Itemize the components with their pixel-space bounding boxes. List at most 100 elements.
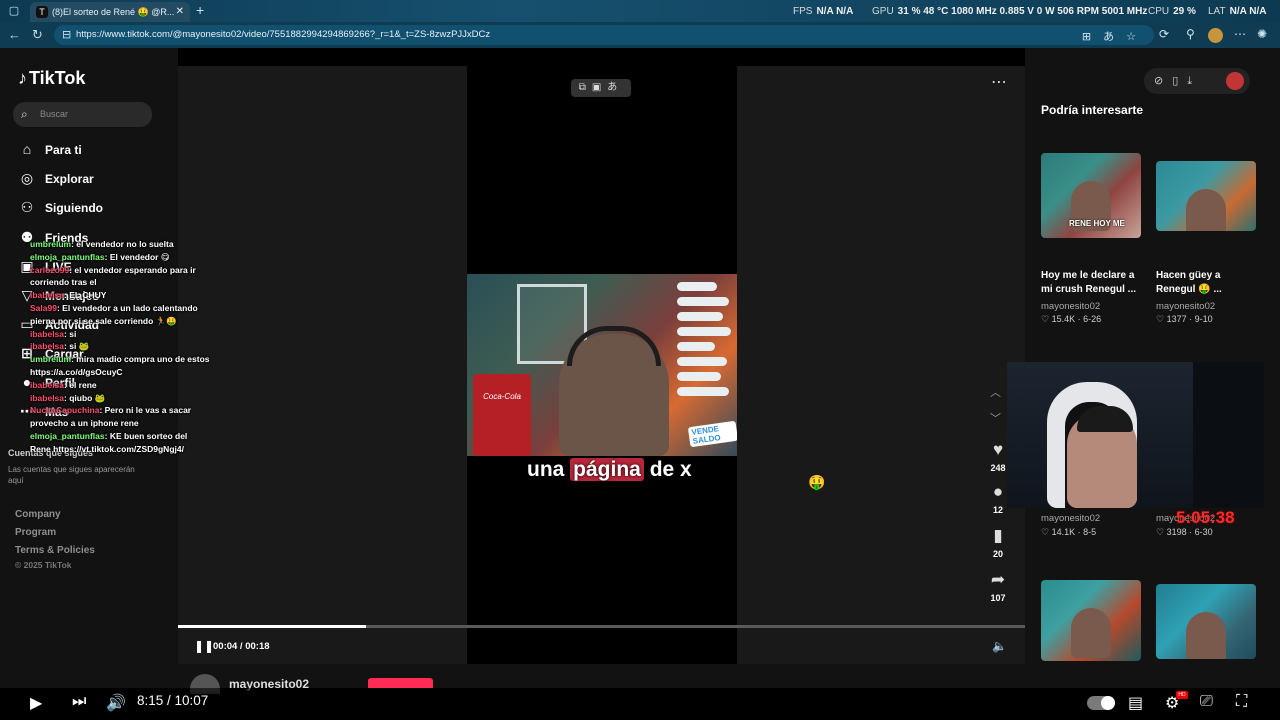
chat-username: umbrelum xyxy=(30,239,72,249)
chat-message: umbrelum: el vendedor no lo suelta xyxy=(30,238,210,251)
rec-thumbnail[interactable]: RENE HOY ME xyxy=(1041,153,1141,238)
back-icon[interactable]: ← xyxy=(8,27,21,42)
browser-menu-icon[interactable]: ⋯ xyxy=(1234,27,1246,41)
chat-username: ibabelsa xyxy=(30,290,65,301)
rec-thumbnail[interactable] xyxy=(1156,584,1256,659)
nav-explorar[interactable]: ◎ Explorar xyxy=(18,170,94,192)
chat-text: : el vendedor no lo suelta xyxy=(71,239,174,249)
next-icon[interactable]: ⏭ xyxy=(72,693,86,711)
rec-stats: ♡ 14.1K · 8-5 xyxy=(1041,527,1097,537)
nav-para-ti[interactable]: ⌂ Para ti xyxy=(18,141,82,163)
chat-text: : qiubo 🐸 xyxy=(64,392,106,403)
tab-close-icon[interactable]: ✕ xyxy=(176,2,184,22)
chat-message: ibabelsa: si xyxy=(30,328,210,341)
save-count: 20 xyxy=(992,549,1003,559)
rec-author[interactable]: mayonesito02 xyxy=(1156,301,1215,312)
rec-author[interactable]: mayonesito02 xyxy=(1041,513,1100,524)
footer-link-program[interactable]: Program xyxy=(15,527,56,538)
url-bar[interactable]: ⊟ https://www.tiktok.com/@mayonesito02/v… xyxy=(54,25,1154,45)
rec-caption[interactable]: Hoy me le declare a mi crush Renegul ... xyxy=(1041,269,1141,297)
video-player[interactable]: Coca-Cola VENDE SALDO una página de x ⧉▣… xyxy=(178,66,1025,664)
cast-icon[interactable]: ⎚ xyxy=(1200,693,1213,711)
hud-gpu: GPU 31 % 48 °C 1080 MHz 0.885 V 0 W 506 R… xyxy=(872,6,1148,17)
subtitles-icon[interactable]: ▤ xyxy=(1128,693,1143,713)
chat-message: ibabelsa: EL CHUY xyxy=(30,289,210,302)
url-text[interactable]: https://www.tiktok.com/@mayonesito02/vid… xyxy=(76,29,490,40)
chat-text: : EL CHUY xyxy=(64,290,107,301)
rec-author[interactable]: mayonesito02 xyxy=(1041,301,1100,312)
share-button[interactable]: ➦ 107 xyxy=(983,570,1013,603)
extensions-icon[interactable]: ⚲ xyxy=(1186,27,1195,41)
tiktok-logo[interactable]: ♪ TikTok xyxy=(18,68,85,89)
browser-profile-avatar[interactable] xyxy=(1208,28,1223,43)
save-button[interactable]: ▮ 20 xyxy=(983,526,1013,559)
chat-message: ibabelsa: qiubo 🐸 xyxy=(30,392,210,405)
search-input[interactable]: ⌕ Buscar xyxy=(13,102,152,127)
chat-message: carlozo99: el vendedor esperando para ir… xyxy=(30,264,210,290)
followed-accounts-text: Las cuentas que sigues aparecerán aquí xyxy=(8,465,135,485)
nav-siguiendo[interactable]: ⚇ Siguiendo xyxy=(18,199,103,221)
video-time: 00:04 / 00:18 xyxy=(213,641,270,652)
browser-tab-bar: ▢ T (8)El sorteo de René 🤑 @R... ✕ + FPS… xyxy=(0,0,1280,22)
chat-username: umbrelum xyxy=(30,354,72,365)
reload-icon[interactable]: ↻ xyxy=(32,27,43,43)
rec-stats: ♡ 1377 · 9-10 xyxy=(1156,314,1213,324)
chat-username: Sala99 xyxy=(30,302,57,313)
rec-thumbnail[interactable] xyxy=(1041,580,1141,661)
footer-link-terms[interactable]: Terms & Policies xyxy=(15,545,95,556)
chat-username: ibabelsa xyxy=(30,328,65,339)
copilot-icon[interactable]: ✺ xyxy=(1257,27,1267,41)
video-progress-bar[interactable] xyxy=(178,625,1025,628)
play-icon[interactable]: ▶ xyxy=(30,693,42,713)
hud-cpu: CPU 29 % xyxy=(1148,6,1196,17)
youtube-control-bar: ▶ ⏭ 🔊 8:15 / 10:07 ▤ ⚙ HD ⎚ ⛶ xyxy=(0,688,1280,720)
chat-text: : si 🐸 xyxy=(64,341,90,352)
browser-tab-active[interactable]: T (8)El sorteo de René 🤑 @R... ✕ xyxy=(30,2,190,22)
webcam-overlay xyxy=(1007,362,1264,508)
top-right-tools[interactable]: ⊘▯⤓ xyxy=(1144,68,1250,94)
chevron-up-icon[interactable]: ︿ xyxy=(990,384,1001,400)
rec-caption[interactable]: Hacen güey a Renegul 🤑 ... xyxy=(1156,269,1256,297)
compass-icon: ◎ xyxy=(20,170,34,186)
volume-icon[interactable]: 🔊 xyxy=(106,693,126,713)
pause-icon[interactable]: ❚❚ xyxy=(194,639,214,653)
user-avatar[interactable] xyxy=(1226,72,1244,90)
footer-link-company[interactable]: Company xyxy=(15,509,61,520)
fullscreen-icon[interactable]: ⛶ xyxy=(1236,693,1247,711)
chat-username: ibabelsa xyxy=(30,341,65,352)
autoplay-toggle[interactable] xyxy=(1087,696,1115,710)
rec-stats: ♡ 3198 · 6-30 xyxy=(1156,527,1213,537)
video-top-controls[interactable]: ⧉▣あ xyxy=(571,79,631,97)
chat-message: elmoja_pantunflas: El vendedor 😋 xyxy=(30,251,210,264)
home-icon: ⌂ xyxy=(22,141,32,157)
chat-message: elmoja_pantunflas: KE buen sorteo del Re… xyxy=(30,430,210,456)
chat-username: elmoja_pantunflas xyxy=(30,430,105,441)
video-caption: una página de x xyxy=(527,458,692,481)
new-tab-icon[interactable]: + xyxy=(196,2,204,18)
stream-chat-overlay: umbrelum: el vendedor no lo suelta elmoja… xyxy=(30,238,210,456)
chat-text: : El vendedor 😋 xyxy=(104,251,170,262)
window-menu-icon[interactable]: ▢ xyxy=(6,3,22,19)
address-bar-row: ← ↻ ⊟ https://www.tiktok.com/@mayonesito… xyxy=(0,22,1280,48)
site-info-icon[interactable]: ⊟ xyxy=(62,28,71,41)
chat-message: ibabelsa: si 🐸 xyxy=(30,340,210,353)
search-icon: ⌕ xyxy=(21,107,28,121)
copyright: © 2025 TikTok xyxy=(15,560,72,570)
chevron-down-icon[interactable]: ﹀ xyxy=(990,410,1001,426)
share-icon: ➦ xyxy=(990,570,1006,589)
video-chat-bubbles xyxy=(677,282,733,432)
chat-username: NucitaCapuchina xyxy=(30,405,100,416)
chat-username: carlozo99 xyxy=(30,264,70,275)
refresh-extension-icon[interactable]: ⟳ xyxy=(1159,27,1169,41)
volume-icon[interactable]: 🔈 xyxy=(992,639,1007,653)
youtube-time: 8:15 / 10:07 xyxy=(137,693,209,708)
more-options-icon[interactable]: ⋯ xyxy=(991,72,1007,92)
stream-timer: 5:05:38 xyxy=(1176,508,1235,527)
chat-message: Sala99: El vendedor a un lado calentando… xyxy=(30,302,210,328)
chat-message: ibabelsa: el rene xyxy=(30,379,210,392)
chat-text: : si xyxy=(64,328,77,339)
rec-thumbnail[interactable] xyxy=(1156,161,1256,231)
url-action-icons[interactable]: ⊞あ☆ xyxy=(1082,28,1148,44)
heart-outline-icon: ♡ xyxy=(1041,314,1050,324)
follow-button[interactable] xyxy=(368,678,433,688)
